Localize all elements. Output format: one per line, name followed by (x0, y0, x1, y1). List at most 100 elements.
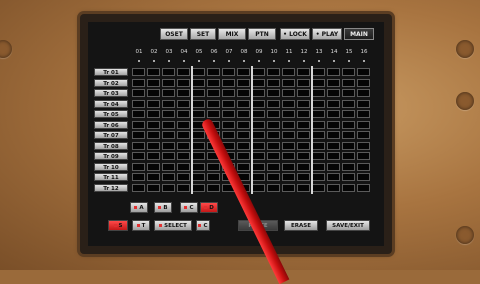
step-cell[interactable] (282, 173, 295, 181)
step-cell[interactable] (177, 99, 190, 108)
step-cell[interactable] (312, 120, 325, 129)
step-cell[interactable] (297, 78, 310, 87)
track-label[interactable]: Tr 08 (94, 141, 128, 150)
step-cell[interactable] (312, 68, 325, 76)
step-cell[interactable] (222, 99, 235, 108)
step-cell[interactable] (192, 173, 205, 181)
step-cell[interactable] (342, 141, 355, 150)
step-cell[interactable] (327, 183, 340, 192)
step-cell[interactable] (207, 173, 220, 181)
step-cell[interactable] (177, 89, 190, 97)
step-cell[interactable] (297, 173, 310, 181)
step-cell[interactable] (327, 89, 340, 97)
step-cell[interactable] (267, 131, 280, 139)
step-cell[interactable] (192, 162, 205, 171)
step-cell[interactable] (312, 173, 325, 181)
step-cell[interactable] (132, 162, 145, 171)
step-cell[interactable] (147, 99, 160, 108)
step-cell[interactable] (357, 173, 370, 181)
step-cell[interactable] (297, 141, 310, 150)
step-cell[interactable] (252, 68, 265, 76)
step-cell[interactable] (177, 173, 190, 181)
step-cell[interactable] (342, 78, 355, 87)
step-cell[interactable] (162, 89, 175, 97)
step-cell[interactable] (237, 68, 250, 76)
step-cell[interactable] (357, 152, 370, 160)
edit-button-s[interactable]: S (108, 220, 128, 231)
toolbar-button-play[interactable]: • PLAY (312, 28, 342, 40)
step-cell[interactable] (207, 162, 220, 171)
track-label[interactable]: Tr 09 (94, 152, 128, 160)
step-cell[interactable] (357, 78, 370, 87)
step-cell[interactable] (192, 141, 205, 150)
step-cell[interactable] (357, 162, 370, 171)
step-cell[interactable] (132, 99, 145, 108)
pattern-button-a[interactable]: A (130, 202, 148, 213)
toolbar-button-oset[interactable]: OSET (160, 28, 188, 40)
step-cell[interactable] (297, 120, 310, 129)
step-cell[interactable] (267, 78, 280, 87)
step-cell[interactable] (267, 120, 280, 129)
step-cell[interactable] (267, 99, 280, 108)
step-cell[interactable] (282, 89, 295, 97)
step-cell[interactable] (162, 183, 175, 192)
step-cell[interactable] (147, 162, 160, 171)
step-cell[interactable] (207, 78, 220, 87)
step-cell[interactable] (162, 162, 175, 171)
step-cell[interactable] (342, 99, 355, 108)
step-cell[interactable] (222, 68, 235, 76)
step-cell[interactable] (192, 131, 205, 139)
step-cell[interactable] (222, 78, 235, 87)
step-cell[interactable] (342, 131, 355, 139)
step-cell[interactable] (357, 120, 370, 129)
step-cell[interactable] (237, 141, 250, 150)
step-cell[interactable] (237, 89, 250, 97)
step-cell[interactable] (162, 141, 175, 150)
step-cell[interactable] (282, 162, 295, 171)
step-cell[interactable] (357, 183, 370, 192)
step-cell[interactable] (162, 152, 175, 160)
toolbar-button-mix[interactable]: MIX (218, 28, 246, 40)
step-cell[interactable] (282, 131, 295, 139)
step-cell[interactable] (207, 68, 220, 76)
step-cell[interactable] (267, 110, 280, 118)
step-cell[interactable] (357, 131, 370, 139)
step-cell[interactable] (147, 120, 160, 129)
step-cell[interactable] (237, 110, 250, 118)
step-cell[interactable] (162, 110, 175, 118)
step-cell[interactable] (267, 152, 280, 160)
step-cell[interactable] (222, 131, 235, 139)
track-label[interactable]: Tr 01 (94, 68, 128, 76)
step-cell[interactable] (222, 120, 235, 129)
step-cell[interactable] (282, 78, 295, 87)
step-cell[interactable] (282, 141, 295, 150)
step-cell[interactable] (132, 120, 145, 129)
step-cell[interactable] (147, 141, 160, 150)
step-cell[interactable] (132, 141, 145, 150)
track-label[interactable]: Tr 07 (94, 131, 128, 139)
track-label[interactable]: Tr 02 (94, 78, 128, 87)
step-cell[interactable] (312, 99, 325, 108)
step-cell[interactable] (327, 99, 340, 108)
step-cell[interactable] (312, 152, 325, 160)
step-cell[interactable] (252, 99, 265, 108)
step-cell[interactable] (192, 99, 205, 108)
step-cell[interactable] (267, 173, 280, 181)
edit-button-select[interactable]: SELECT (154, 220, 192, 231)
pattern-button-d[interactable]: D (200, 202, 218, 213)
step-cell[interactable] (342, 173, 355, 181)
step-cell[interactable] (162, 68, 175, 76)
step-cell[interactable] (267, 183, 280, 192)
edit-button-c[interactable]: C (196, 220, 210, 231)
track-label[interactable]: Tr 12 (94, 183, 128, 192)
step-cell[interactable] (267, 89, 280, 97)
step-cell[interactable] (312, 110, 325, 118)
step-cell[interactable] (297, 152, 310, 160)
track-label[interactable]: Tr 04 (94, 99, 128, 108)
step-cell[interactable] (342, 162, 355, 171)
step-cell[interactable] (327, 131, 340, 139)
step-cell[interactable] (132, 89, 145, 97)
step-cell[interactable] (252, 162, 265, 171)
step-cell[interactable] (177, 162, 190, 171)
track-label[interactable]: Tr 10 (94, 162, 128, 171)
